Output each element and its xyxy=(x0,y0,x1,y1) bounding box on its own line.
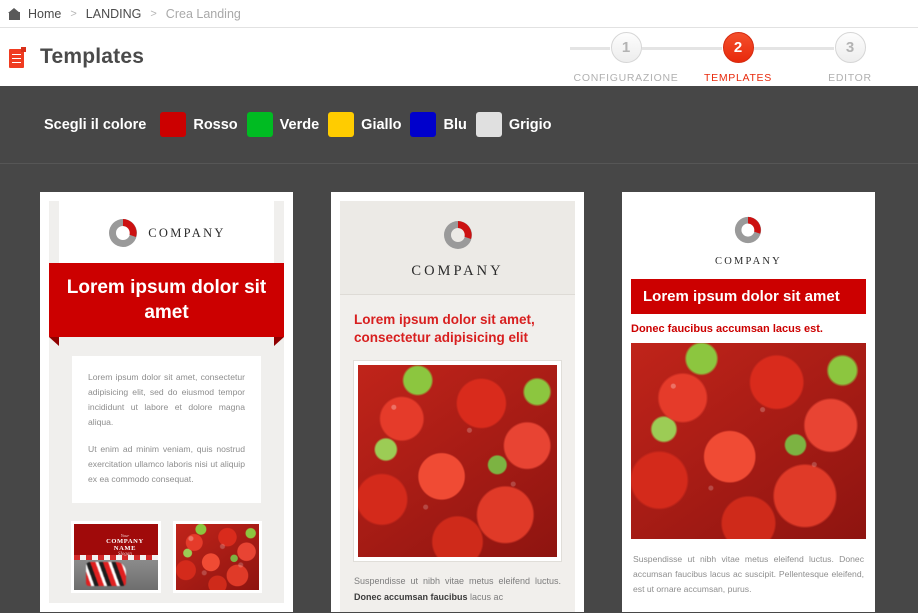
company-logo-icon xyxy=(442,219,474,251)
body-bold: Donec accumsan faucibus xyxy=(354,592,468,602)
step-number: 2 xyxy=(722,32,754,63)
breadcrumb-item-home[interactable]: Home xyxy=(28,7,61,21)
color-picker-bar: Scegli il colore Rosso Verde Giallo Blu … xyxy=(0,86,918,164)
banner-title: Lorem ipsum dolor sit amet xyxy=(49,263,284,337)
template-card-1[interactable]: COMPANY Lorem ipsum dolor sit amet Lorem… xyxy=(40,192,293,612)
template-photo-wrap xyxy=(340,347,575,573)
breadcrumb-item-crea-landing: Crea Landing xyxy=(165,6,241,21)
color-swatch-blu[interactable] xyxy=(410,112,437,137)
template-body-text: Lorem ipsum dolor sit amet, consectetur … xyxy=(72,356,261,503)
step-editor[interactable]: 3 EDITOR xyxy=(794,32,906,84)
step-label: TEMPLATES xyxy=(704,72,772,84)
step-number: 1 xyxy=(610,32,642,63)
company-logo-icon xyxy=(107,217,139,249)
document-icon xyxy=(9,46,26,68)
thumb-caption-2: COMPANY NAME xyxy=(106,538,144,553)
step-number: 3 xyxy=(834,32,866,63)
company-name: COMPANY xyxy=(715,256,782,267)
page-title: Templates xyxy=(40,45,145,68)
breadcrumb-separator: > xyxy=(150,7,157,20)
thumbnail-car-image: Your COMPANY NAME Slogan xyxy=(71,521,161,593)
color-swatch-verde[interactable] xyxy=(246,112,273,137)
page-header: Templates 1 CONFIGURAZIONE 2 TEMPLATES 3… xyxy=(0,28,918,86)
template-body-text: Suspendisse ut nibh vitae metus eleifend… xyxy=(633,554,864,594)
logo-row: COMPANY xyxy=(340,201,575,295)
color-swatch-giallo[interactable] xyxy=(328,112,355,137)
step-label: CONFIGURAZIONE xyxy=(573,72,679,84)
color-name-rosso[interactable]: Rosso xyxy=(193,117,237,133)
color-name-verde[interactable]: Verde xyxy=(280,117,320,133)
template-card-3[interactable]: COMPANY Lorem ipsum dolor sit amet Donec… xyxy=(622,192,875,612)
swatch-group: Rosso Verde Giallo Blu Grigio xyxy=(160,112,560,137)
template-banner: Lorem ipsum dolor sit amet xyxy=(49,263,284,337)
home-icon[interactable] xyxy=(8,7,21,20)
template-card-2[interactable]: COMPANY Lorem ipsum dolor sit amet, cons… xyxy=(331,192,584,612)
breadcrumb: Home > LANDING > Crea Landing xyxy=(0,0,918,28)
wizard-stepper: 1 CONFIGURAZIONE 2 TEMPLATES 3 EDITOR xyxy=(570,32,906,86)
company-name: COMPANY xyxy=(148,225,226,240)
thumb-caption-3: Slogan xyxy=(117,552,132,558)
step-configurazione[interactable]: 1 CONFIGURAZIONE xyxy=(570,32,682,84)
color-swatch-rosso[interactable] xyxy=(160,112,187,137)
color-name-blu[interactable]: Blu xyxy=(443,117,466,133)
logo-row: COMPANY xyxy=(631,201,866,279)
step-templates[interactable]: 2 TEMPLATES xyxy=(682,32,794,84)
company-logo-icon xyxy=(733,215,765,247)
logo-row: COMPANY xyxy=(59,217,274,249)
template-body-text: Suspendisse ut nibh vitae metus eleifend… xyxy=(340,573,575,612)
company-name: COMPANY xyxy=(411,263,504,279)
thumbnail-row: Your COMPANY NAME Slogan xyxy=(71,521,262,593)
color-name-grigio[interactable]: Grigio xyxy=(509,117,552,133)
step-label: EDITOR xyxy=(828,72,872,84)
body-suffix: lacus ac xyxy=(467,592,504,602)
breadcrumb-item-landing[interactable]: LANDING xyxy=(86,7,142,21)
banner-title: Lorem ipsum dolor sit amet xyxy=(631,279,866,314)
strawberries-photo xyxy=(354,361,561,561)
color-name-giallo[interactable]: Giallo xyxy=(361,117,401,133)
color-picker-label: Scegli il colore xyxy=(44,116,147,133)
color-swatch-grigio[interactable] xyxy=(475,112,502,137)
thumbnail-strawberries-image xyxy=(172,521,262,593)
template-gallery: COMPANY Lorem ipsum dolor sit amet Lorem… xyxy=(0,164,918,612)
template-title: Lorem ipsum dolor sit amet, consectetur … xyxy=(340,295,575,347)
template-subtitle: Donec faucibus accumsan lacus est. xyxy=(631,323,823,335)
paragraph: Lorem ipsum dolor sit amet, consectetur … xyxy=(88,372,245,427)
strawberries-photo xyxy=(631,343,866,539)
content-area: Scegli il colore Rosso Verde Giallo Blu … xyxy=(0,86,918,613)
breadcrumb-separator: > xyxy=(70,7,77,20)
body-prefix: Suspendisse ut nibh vitae metus eleifend… xyxy=(354,576,561,586)
paragraph: Ut enim ad minim veniam, quis nostrud ex… xyxy=(88,444,245,484)
